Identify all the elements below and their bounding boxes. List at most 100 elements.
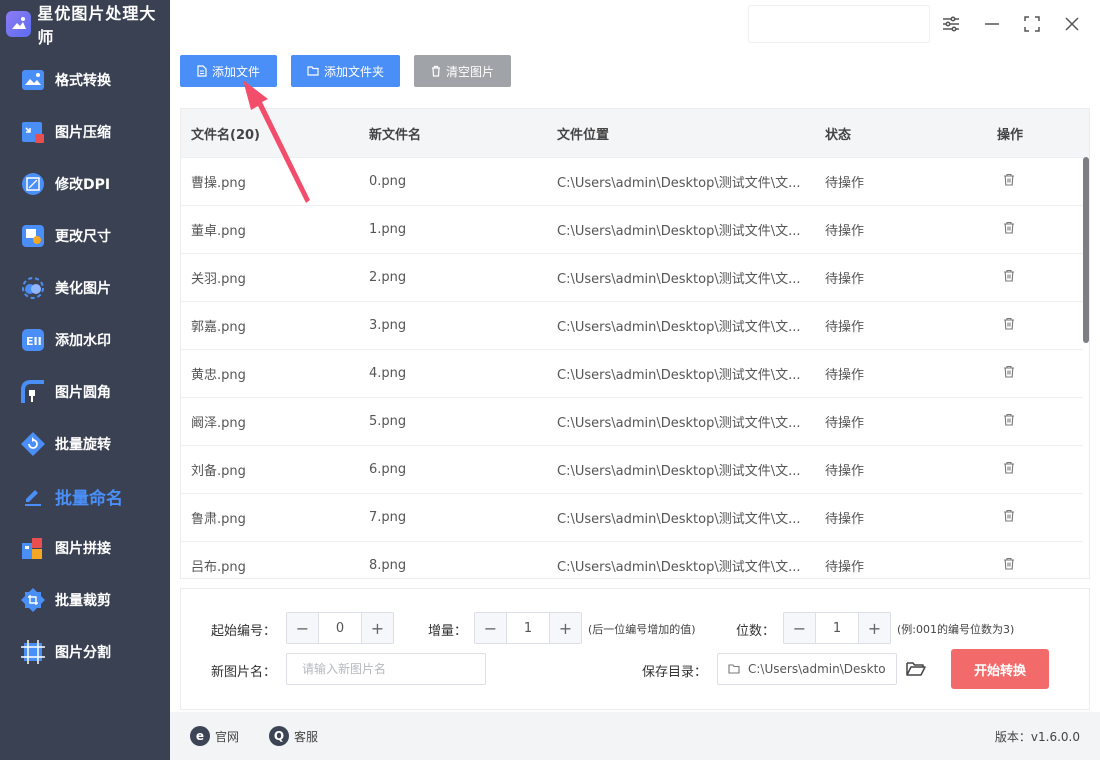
- sidebar-item-beautify[interactable]: 美化图片: [0, 262, 170, 314]
- sidebar-item-label: 更改尺寸: [55, 229, 111, 245]
- browse-folder-icon[interactable]: [905, 658, 927, 680]
- digits-increment-button[interactable]: +: [859, 613, 890, 643]
- sidebar: 星优图片处理大师 格式转换 图片压缩 修改DPI 更改尺寸 美化图片 EII 添加水印 图片圆…: [0, 0, 170, 760]
- start-number-value[interactable]: 0: [318, 613, 362, 643]
- increment-decrement-button[interactable]: −: [475, 613, 506, 643]
- start-number-increment-button[interactable]: +: [362, 613, 393, 643]
- digits-hint: (例:001的编号位数为3): [897, 623, 1015, 636]
- delete-row-icon[interactable]: [995, 221, 1085, 238]
- scrollbar-thumb[interactable]: [1083, 157, 1089, 343]
- minimize-icon[interactable]: [980, 12, 1004, 36]
- settings-sliders-icon[interactable]: [939, 12, 963, 36]
- delete-row-icon[interactable]: [995, 365, 1085, 382]
- sidebar-item-rotate[interactable]: 批量旋转: [0, 418, 170, 470]
- add-folder-button[interactable]: 添加文件夹: [291, 55, 400, 87]
- sidebar-item-dpi[interactable]: 修改DPI: [0, 158, 170, 210]
- sidebar-item-label: 图片拼接: [55, 541, 111, 557]
- delete-row-icon[interactable]: [995, 413, 1085, 430]
- column-header-filename: 文件名(20): [191, 127, 260, 143]
- cell-status: 待操作: [825, 272, 865, 287]
- table-row[interactable]: 吕布.png 8.png C:\Users\admin\Desktop\测试文件\文…: [181, 541, 1089, 578]
- website-e-icon: e: [190, 726, 210, 746]
- sidebar-item-label: 格式转换: [55, 73, 111, 89]
- folder-icon: [307, 66, 319, 76]
- scrollbar-track[interactable]: [1083, 157, 1089, 578]
- website-label: 官网: [215, 729, 240, 744]
- digits-decrement-button[interactable]: −: [784, 613, 815, 643]
- new-name-input[interactable]: [286, 653, 486, 685]
- sidebar-item-label: 图片压缩: [55, 125, 111, 141]
- sidebar-item-image-compress[interactable]: 图片压缩: [0, 106, 170, 158]
- sidebar-item-label: 批量旋转: [55, 437, 111, 453]
- app-logo-icon: [6, 11, 32, 37]
- sidebar-item-crop[interactable]: 批量裁剪: [0, 574, 170, 626]
- dpi-icon: [20, 171, 46, 197]
- column-header-status: 状态: [825, 127, 852, 143]
- sidebar-item-stitch[interactable]: 图片拼接: [0, 522, 170, 574]
- title-search-box[interactable]: [748, 5, 930, 43]
- table-row[interactable]: 董卓.png 1.png C:\Users\admin\Desktop\测试文件\文…: [181, 205, 1089, 253]
- cell-location: C:\Users\admin\Desktop\测试文件\文...: [557, 224, 801, 239]
- support-chat-icon: Q: [269, 726, 289, 746]
- sidebar-item-watermark[interactable]: EII 添加水印: [0, 314, 170, 366]
- column-header-action: 操作: [997, 127, 1024, 143]
- clear-images-button[interactable]: 清空图片: [414, 55, 511, 87]
- column-header-location: 文件位置: [557, 127, 610, 143]
- table-row[interactable]: 关羽.png 2.png C:\Users\admin\Desktop\测试文件\文…: [181, 253, 1089, 301]
- column-header-new-filename: 新文件名: [369, 127, 422, 143]
- delete-row-icon[interactable]: [995, 461, 1085, 478]
- delete-row-icon[interactable]: [995, 173, 1085, 190]
- table-header: 文件名(20) 新文件名 文件位置 状态 操作: [181, 109, 1089, 157]
- split-icon: [20, 639, 46, 665]
- digits-label: 位数：: [736, 624, 776, 639]
- cell-filename: 郭嘉.png: [191, 320, 246, 335]
- cell-filename: 鲁肃.png: [191, 512, 246, 527]
- new-name-label: 新图片名：: [211, 665, 277, 680]
- cell-filename: 刘备.png: [191, 464, 246, 479]
- table-row[interactable]: 阚泽.png 5.png C:\Users\admin\Desktop\测试文件\文…: [181, 397, 1089, 445]
- sidebar-item-label: 修改DPI: [55, 177, 111, 193]
- delete-row-icon[interactable]: [995, 509, 1085, 526]
- increment-value[interactable]: 1: [506, 613, 550, 643]
- folder-icon: [728, 664, 740, 674]
- save-dir-field[interactable]: C:\Users\admin\Deskto: [717, 653, 897, 685]
- watermark-icon: EII: [20, 327, 46, 353]
- digits-value[interactable]: 1: [815, 613, 859, 643]
- rename-icon: [20, 483, 46, 509]
- table-row[interactable]: 曹操.png 0.png C:\Users\admin\Desktop\测试文件\文…: [181, 157, 1089, 205]
- digits-stepper: − 1 +: [783, 612, 891, 644]
- cell-filename: 董卓.png: [191, 224, 246, 239]
- increment-increment-button[interactable]: +: [550, 613, 581, 643]
- table-row[interactable]: 郭嘉.png 3.png C:\Users\admin\Desktop\测试文件\文…: [181, 301, 1089, 349]
- sidebar-item-resize[interactable]: 更改尺寸: [0, 210, 170, 262]
- delete-row-icon[interactable]: [995, 557, 1085, 574]
- start-number-decrement-button[interactable]: −: [287, 613, 318, 643]
- add-file-button[interactable]: 添加文件: [180, 55, 277, 87]
- maximize-icon[interactable]: [1020, 12, 1044, 36]
- support-link[interactable]: Q 客服: [269, 726, 318, 746]
- cell-location: C:\Users\admin\Desktop\测试文件\文...: [557, 272, 801, 287]
- image-format-icon: [20, 67, 46, 93]
- delete-row-icon[interactable]: [995, 269, 1085, 286]
- table-body: 曹操.png 0.png C:\Users\admin\Desktop\测试文件\文…: [181, 157, 1089, 578]
- table-row[interactable]: 刘备.png 6.png C:\Users\admin\Desktop\测试文件\文…: [181, 445, 1089, 493]
- table-row[interactable]: 鲁肃.png 7.png C:\Users\admin\Desktop\测试文件\文…: [181, 493, 1089, 541]
- sidebar-item-split[interactable]: 图片分割: [0, 626, 170, 678]
- rotate-icon: [20, 431, 46, 457]
- sidebar-nav: 格式转换图片压缩修改DPI 更改尺寸美化图片 EII 添加水印 图片圆角批量旋转批量命名…: [0, 54, 170, 678]
- cell-status: 待操作: [825, 224, 865, 239]
- delete-row-icon[interactable]: [995, 317, 1085, 334]
- sidebar-item-label: 美化图片: [55, 281, 111, 297]
- sidebar-item-rename[interactable]: 批量命名: [0, 470, 170, 522]
- sidebar-item-rounded-corner[interactable]: 图片圆角: [0, 366, 170, 418]
- start-number-stepper: − 0 +: [286, 612, 394, 644]
- website-link[interactable]: e 官网: [190, 726, 239, 746]
- sidebar-item-image-format[interactable]: 格式转换: [0, 54, 170, 106]
- cell-filename: 关羽.png: [191, 272, 246, 287]
- close-icon[interactable]: [1060, 12, 1084, 36]
- image-compress-icon: [20, 119, 46, 145]
- start-convert-button[interactable]: 开始转换: [951, 649, 1049, 689]
- cell-location: C:\Users\admin\Desktop\测试文件\文...: [557, 416, 801, 431]
- table-row[interactable]: 黄忠.png 4.png C:\Users\admin\Desktop\测试文件\文…: [181, 349, 1089, 397]
- sidebar-item-label: 批量裁剪: [55, 593, 111, 609]
